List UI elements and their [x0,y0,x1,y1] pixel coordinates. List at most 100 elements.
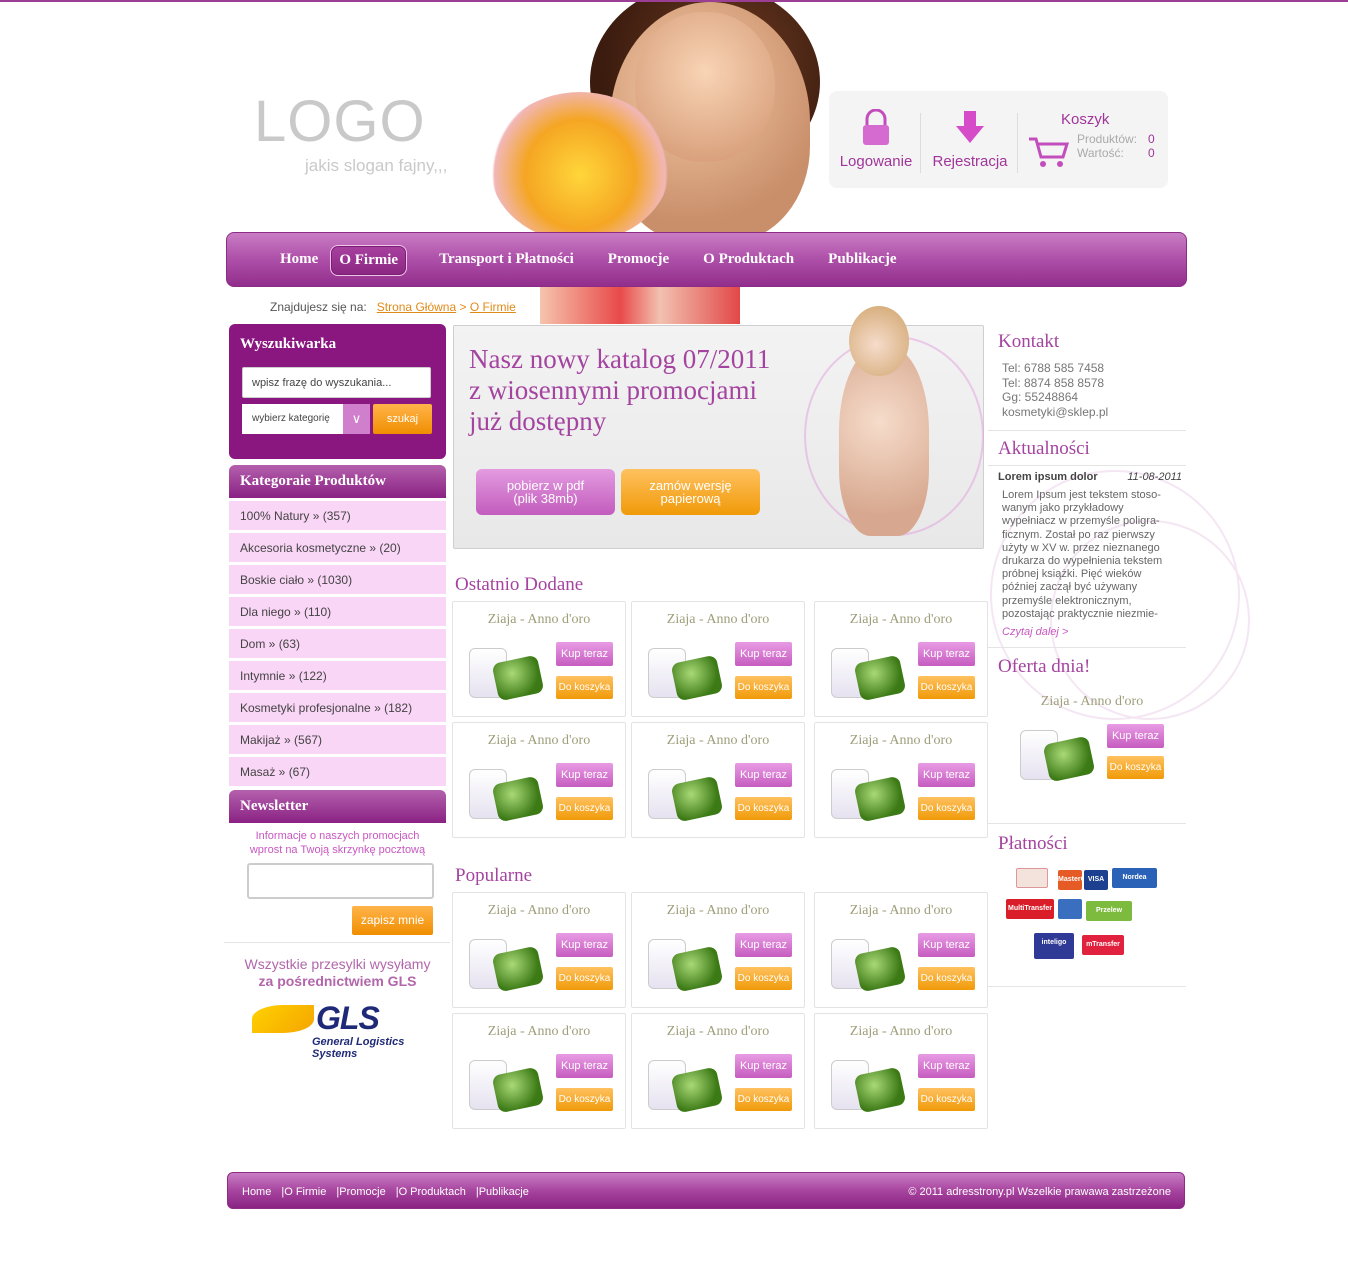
footer-link[interactable]: O Firmie [284,1186,326,1198]
add-to-cart-button[interactable]: Do koszyka [735,797,792,820]
search-title: Wyszukiwarka [240,336,337,352]
category-item[interactable]: Makijaż » (567) [229,725,446,754]
category-item[interactable]: Dla niego » (110) [229,597,446,626]
add-to-cart-button[interactable]: Do koszyka [918,1088,975,1111]
search-input[interactable]: wpisz frazę do wyszukania... [242,367,431,398]
product-name[interactable]: Ziaja - Anno d'oro [632,733,804,749]
divider [988,986,1186,987]
product-name[interactable]: Ziaja - Anno d'oro [453,733,625,749]
category-count: (122) [298,669,327,683]
gls-logo-text: GLS [316,1000,380,1036]
contact-gg: Gg: 55248864 [1002,390,1079,404]
login-button[interactable]: Logowanie [839,109,913,170]
cart-products-value: 0 [1148,132,1155,146]
search-button[interactable]: szukaj [373,404,432,434]
buy-now-button[interactable]: Kup teraz [918,1054,975,1078]
chevron-right-icon: » [285,669,299,683]
buy-now-button[interactable]: Kup teraz [918,933,975,957]
category-item[interactable]: Kosmetyki profesjonalne » (182) [229,693,446,722]
footer-link[interactable]: Publikacje [479,1186,529,1198]
footer-link[interactable]: Promocje [339,1186,385,1198]
product-name[interactable]: Ziaja - Anno d'oro [453,612,625,628]
offer-buy-button[interactable]: Kup teraz [1107,724,1164,748]
logo[interactable]: LOGO [254,88,426,155]
download-pdf-button[interactable]: pobierz w pdf (plik 38mb) [476,469,615,515]
newsletter-info: Informacje o naszych promocjach wprost n… [229,829,446,857]
category-item[interactable]: 100% Natury » (357) [229,501,446,530]
nav-o-firmie[interactable]: O Firmie [330,245,408,276]
category-item[interactable]: Boskie ciało » (1030) [229,565,446,594]
buy-now-button[interactable]: Kup teraz [556,1054,613,1078]
category-item[interactable]: Akcesoria kosmetyczne » (20) [229,533,446,562]
read-more-link[interactable]: Czytaj dalej > [1002,626,1068,638]
add-to-cart-button[interactable]: Do koszyka [735,676,792,699]
news-item-title[interactable]: Lorem ipsum dolor [998,471,1098,483]
contact-email[interactable]: kosmetyki@sklep.pl [1002,405,1108,420]
breadcrumb-sep: > [459,300,467,314]
add-to-cart-button[interactable]: Do koszyka [735,1088,792,1111]
product-name[interactable]: Ziaja - Anno d'oro [815,733,987,749]
buy-now-button[interactable]: Kup teraz [556,933,613,957]
buy-now-button[interactable]: Kup teraz [556,763,613,787]
add-to-cart-button[interactable]: Do koszyka [556,676,613,699]
newsletter-subscribe-button[interactable]: zapisz mnie [352,906,433,935]
product-name[interactable]: Ziaja - Anno d'oro [632,612,804,628]
product-card: Ziaja - Anno d'oro Kup teraz Do koszyka [814,722,988,838]
nav-home[interactable]: Home [263,245,335,276]
add-to-cart-button[interactable]: Do koszyka [735,967,792,990]
news-item-date: 11-08-2011 [1127,471,1182,483]
category-item[interactable]: Masaż » (67) [229,757,446,786]
buy-now-button[interactable]: Kup teraz [735,933,792,957]
product-name[interactable]: Ziaja - Anno d'oro [815,612,987,628]
buy-now-button[interactable]: Kup teraz [556,642,613,666]
cart-icon[interactable] [1027,135,1069,169]
product-name[interactable]: Ziaja - Anno d'oro [815,1024,987,1040]
register-label: Rejestracja [932,153,1008,170]
product-name[interactable]: Ziaja - Anno d'oro [453,1024,625,1040]
nav-publikacje[interactable]: Publikacje [811,245,913,276]
product-name[interactable]: Ziaja - Anno d'oro [453,903,625,919]
buy-now-button[interactable]: Kup teraz [735,763,792,787]
add-to-cart-button[interactable]: Do koszyka [556,1088,613,1111]
breadcrumb-current-link[interactable]: O Firmie [470,300,516,314]
register-button[interactable]: Rejestracja [929,109,1011,170]
category-name: Masaż [240,765,276,779]
add-to-cart-button[interactable]: Do koszyka [556,967,613,990]
news-body-line: użyty w XV w. przez nieznanego [1002,541,1160,554]
cream-jar-icon [670,775,724,823]
product-name[interactable]: Ziaja - Anno d'oro [632,1024,804,1040]
buy-now-button[interactable]: Kup teraz [735,1054,792,1078]
offer-add-to-cart-button[interactable]: Do koszyka [1107,756,1164,779]
order-paper-button[interactable]: zamów wersję papierową [621,469,760,515]
add-to-cart-button[interactable]: Do koszyka [556,797,613,820]
divider [988,823,1186,824]
nav-o-produktach[interactable]: O Produktach [686,245,811,276]
cart-title[interactable]: Koszyk [1061,111,1109,128]
add-to-cart-button[interactable]: Do koszyka [918,676,975,699]
category-item[interactable]: Intymnie » (122) [229,661,446,690]
news-body-line: ficznym. Został po raz pierwszy [1002,528,1155,541]
category-count: (567) [294,733,323,747]
chevron-right-icon: » [275,765,289,779]
popular-title: Popularne [455,865,533,886]
product-name[interactable]: Ziaja - Anno d'oro [815,903,987,919]
buy-now-button[interactable]: Kup teraz [918,642,975,666]
add-to-cart-button[interactable]: Do koszyka [918,967,975,990]
news-body-line: przemyśle elektronicznym, [1002,594,1132,607]
newsletter-email-input[interactable] [247,863,434,899]
banner-title-line2: z wiosennymi promocjami [469,375,757,405]
breadcrumb-home-link[interactable]: Strona Główna [377,300,456,314]
chevron-down-icon[interactable]: ∨ [343,404,370,434]
product-name[interactable]: Ziaja - Anno d'oro [632,903,804,919]
buy-now-button[interactable]: Kup teraz [735,642,792,666]
nav-promocje[interactable]: Promocje [591,245,686,276]
product-card: Ziaja - Anno d'oro Kup teraz Do koszyka [452,892,626,1008]
product-card: Ziaja - Anno d'oro Kup teraz Do koszyka [814,892,988,1008]
offer-product-name[interactable]: Ziaja - Anno d'oro [998,694,1186,710]
nav-transport[interactable]: Transport i Płatności [422,245,591,276]
buy-now-button[interactable]: Kup teraz [918,763,975,787]
category-item[interactable]: Dom » (63) [229,629,446,658]
footer-link[interactable]: Home [242,1186,271,1198]
footer-link[interactable]: O Produktach [399,1186,466,1198]
add-to-cart-button[interactable]: Do koszyka [918,797,975,820]
